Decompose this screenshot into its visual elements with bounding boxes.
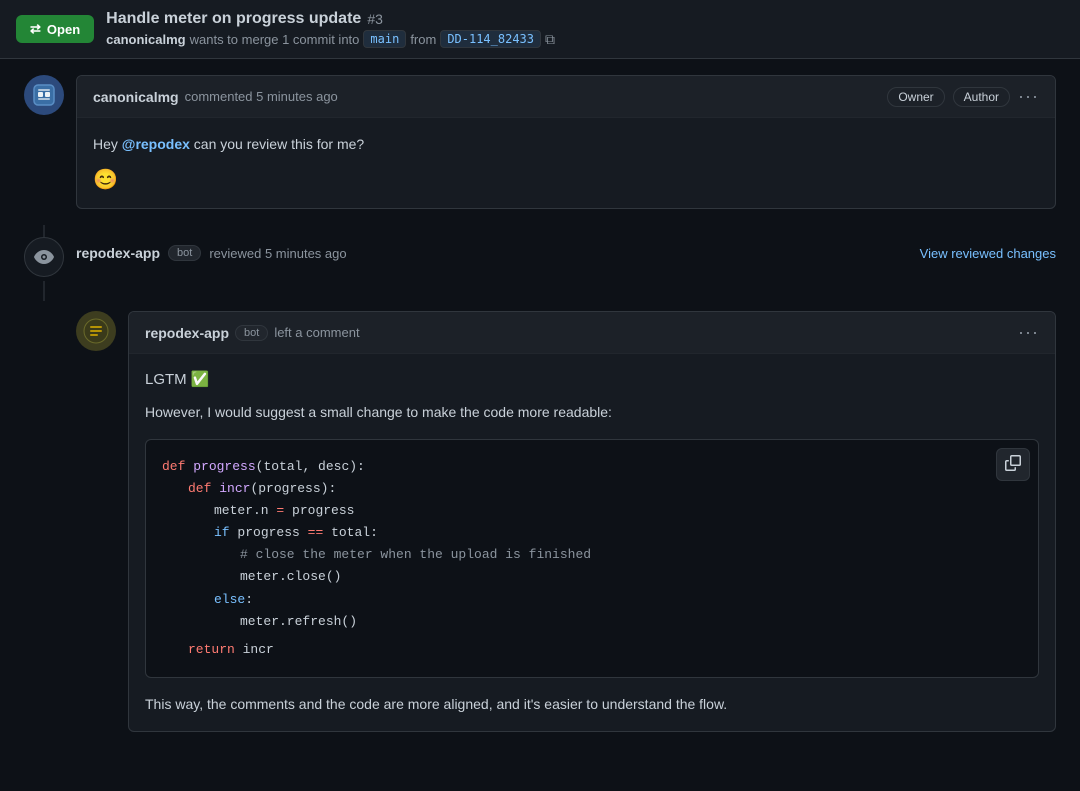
lgtm-text: LGTM ✅ (145, 370, 1039, 388)
first-comment-box: canonicalmg commented 5 minutes ago Owne… (76, 75, 1056, 209)
reviewer-name[interactable]: repodex-app (76, 245, 160, 261)
review-header-left: repodex-app bot reviewed 5 minutes ago (76, 245, 347, 261)
first-comment-header-right: Owner Author ··· (887, 86, 1039, 107)
copy-branch-icon[interactable]: ⧉ (545, 31, 555, 48)
pr-number: #3 (367, 11, 383, 27)
pr-meta: canonicalmg wants to merge 1 commit into… (106, 30, 555, 48)
review-comment-header-left: repodex-app bot left a comment (145, 325, 360, 341)
code-line-8: meter.refresh() (162, 611, 1022, 633)
code-line-3: meter.n = progress (162, 500, 1022, 522)
from-text: from (410, 32, 436, 47)
review-comment-action: left a comment (274, 325, 359, 340)
code-block: def progress(total, desc): def incr(prog… (145, 439, 1039, 678)
bottom-text: This way, the comments and the code are … (145, 694, 1039, 715)
review-comment-more-button[interactable]: ··· (1018, 322, 1039, 343)
code-line-1: def progress(total, desc): (162, 456, 1022, 478)
pr-author[interactable]: canonicalmg (106, 32, 185, 47)
first-comment-more-button[interactable]: ··· (1018, 86, 1039, 107)
first-comment-header: canonicalmg commented 5 minutes ago Owne… (77, 76, 1055, 118)
main-content: canonicalmg commented 5 minutes ago Owne… (0, 59, 1080, 748)
open-label: Open (47, 22, 80, 37)
first-comment-text: Hey @repodex can you review this for me? (93, 134, 1039, 155)
first-commenter-name[interactable]: canonicalmg (93, 89, 179, 105)
review-action: reviewed 5 minutes ago (209, 246, 346, 261)
review-comment-wrapper: repodex-app bot left a comment ··· LGTM … (76, 311, 1056, 732)
top-bar: ⇄ Open Handle meter on progress update #… (0, 0, 1080, 59)
merge-icon: ⇄ (30, 21, 41, 37)
code-line-9: return incr (162, 639, 1022, 661)
first-comment-header-left: canonicalmg commented 5 minutes ago (93, 89, 338, 105)
view-changes-link[interactable]: View reviewed changes (920, 246, 1056, 261)
review-connector (43, 281, 45, 301)
head-branch[interactable]: DD-114_82433 (440, 30, 541, 48)
copy-code-button[interactable] (996, 448, 1030, 481)
code-line-6: meter.close() (162, 566, 1022, 588)
base-branch[interactable]: main (363, 30, 406, 48)
first-comment-wrapper: canonicalmg commented 5 minutes ago Owne… (24, 75, 1056, 209)
connector-line (43, 225, 45, 237)
first-comment-body: Hey @repodex can you review this for me?… (77, 118, 1055, 208)
author-badge: Author (953, 87, 1010, 107)
review-header: repodex-app bot reviewed 5 minutes ago V… (76, 237, 1056, 261)
review-avatar-col (24, 237, 64, 301)
pr-title: Handle meter on progress update (106, 10, 361, 28)
code-line-4: if progress == total: (162, 522, 1022, 544)
review-comment-body: LGTM ✅ However, I would suggest a small … (129, 354, 1055, 731)
avatar-canonicalmg (24, 75, 64, 115)
first-comment-action: commented 5 minutes ago (185, 89, 338, 104)
review-section: repodex-app bot reviewed 5 minutes ago V… (24, 237, 1056, 732)
bot-badge: bot (168, 245, 201, 261)
avatar-repodex-app (76, 311, 116, 351)
eye-icon-wrapper (24, 237, 64, 277)
suggestion-text: However, I would suggest a small change … (145, 402, 1039, 423)
pr-meta-text: wants to merge 1 commit into (190, 32, 360, 47)
mention-repodex[interactable]: @repodex (122, 136, 190, 152)
review-commenter-name[interactable]: repodex-app (145, 325, 229, 341)
review-header-wrapper: repodex-app bot reviewed 5 minutes ago V… (24, 237, 1056, 301)
code-line-2: def incr(progress): (162, 478, 1022, 500)
emoji-reaction[interactable]: 😊 (93, 167, 1039, 192)
review-comment-header: repodex-app bot left a comment ··· (129, 312, 1055, 354)
code-line-5: # close the meter when the upload is fin… (162, 544, 1022, 566)
owner-badge: Owner (887, 87, 944, 107)
review-bot-badge: bot (235, 325, 268, 341)
review-comment-box: repodex-app bot left a comment ··· LGTM … (128, 311, 1056, 732)
code-line-7: else: (162, 589, 1022, 611)
open-button[interactable]: ⇄ Open (16, 15, 94, 43)
